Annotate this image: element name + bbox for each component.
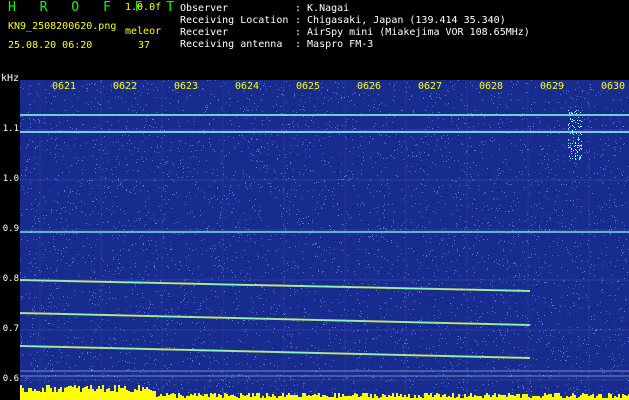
mode-label: meleor (125, 26, 162, 37)
station-info: Observer: K.Nagai Receiving Location: Ch… (180, 3, 530, 51)
info-row-receiver: Receiver: AirSpy mini (Miakejima VOR 108… (180, 27, 530, 38)
spectrogram-background (20, 80, 629, 400)
x-tick-label-0628: 0628 (479, 81, 504, 92)
datetime-label: 25.08.20 06:20 (8, 40, 93, 51)
x-tick-label-0626: 0626 (357, 81, 382, 92)
x-tick-label-0623: 0623 (174, 81, 199, 92)
app-version: 1.0.0f (125, 2, 162, 13)
count-label: 37 (138, 40, 151, 51)
y-tick-label-1.0: 1.0 (2, 174, 19, 184)
filename-label: KN9_2508200620.png (8, 21, 117, 32)
y-tick-label-1.1: 1.1 (2, 124, 19, 134)
x-tick-label-0624: 0624 (235, 81, 260, 92)
info-row-antenna: Receiving antenna: Maspro FM-3 (180, 39, 374, 50)
info-row-observer: Observer: K.Nagai (180, 3, 350, 14)
x-tick-label-0622: 0622 (113, 81, 138, 92)
y-tick-label-0.8: 0.8 (2, 274, 19, 284)
y-tick-label-0.9: 0.9 (2, 224, 19, 234)
spectrogram (20, 80, 629, 400)
x-tick-label-0627: 0627 (418, 81, 443, 92)
y-tick-label-0.7: 0.7 (2, 324, 19, 334)
spectrogram-canvas (20, 80, 629, 400)
x-tick-label-0621: 0621 (52, 81, 77, 92)
x-tick-label-0629: 0629 (540, 81, 565, 92)
header-panel: H R O F F T 1.0.0f KN9_2508200620.png me… (0, 0, 629, 73)
x-tick-label-0625: 0625 (296, 81, 321, 92)
unit-label: kHz (1, 73, 20, 84)
y-tick-label-0.6: 0.6 (2, 374, 19, 384)
info-row-location: Receiving Location: Chigasaki, Japan (13… (180, 15, 506, 26)
x-tick-label-0630: 0630 (601, 81, 626, 92)
